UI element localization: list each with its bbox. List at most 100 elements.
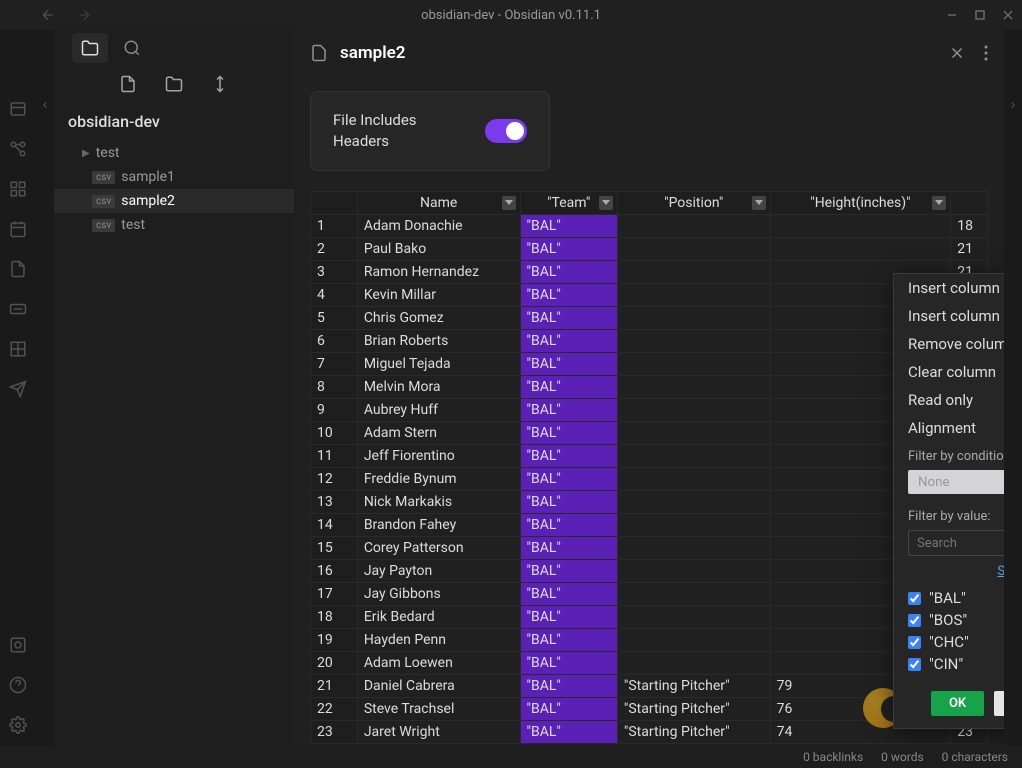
cell-position[interactable]: [617, 261, 770, 284]
cell-name[interactable]: Ramon Hernandez: [357, 261, 520, 284]
maximize-icon[interactable]: [974, 9, 986, 21]
tab-files[interactable]: [72, 33, 108, 63]
cell-position[interactable]: [617, 606, 770, 629]
cell-name[interactable]: Jeff Fiorentino: [357, 445, 520, 468]
tab-search[interactable]: [114, 33, 150, 63]
cell-team[interactable]: "BAL": [520, 606, 617, 629]
cell-name[interactable]: Daniel Cabrera: [357, 675, 520, 698]
ok-button[interactable]: OK: [931, 691, 984, 716]
filter-checkbox[interactable]: [908, 658, 921, 671]
table-row[interactable]: 13 Nick Markakis "BAL" 18: [311, 491, 988, 514]
cell-team[interactable]: "BAL": [520, 215, 617, 238]
cell-team[interactable]: "BAL": [520, 399, 617, 422]
vault-icon[interactable]: [9, 636, 27, 654]
cell-position[interactable]: [617, 330, 770, 353]
close-icon[interactable]: [1002, 9, 1014, 21]
filter-check-item[interactable]: "CHC": [908, 631, 1004, 653]
col-position[interactable]: "Position": [617, 192, 770, 215]
filter-check-item[interactable]: "CIN": [908, 653, 1004, 675]
menu-remove-column[interactable]: Remove column: [894, 330, 1004, 358]
cell-name[interactable]: Brandon Fahey: [357, 514, 520, 537]
table-row[interactable]: 11 Jeff Fiorentino "BAL" 18: [311, 445, 988, 468]
filter-condition-select[interactable]: None: [908, 470, 1004, 494]
new-note-icon[interactable]: [119, 75, 137, 93]
table-row[interactable]: 8 Melvin Mora "BAL" 20: [311, 376, 988, 399]
table-row[interactable]: 5 Chris Gomez "BAL" 18: [311, 307, 988, 330]
table-row[interactable]: 18 Erik Bedard "BAL" 18: [311, 606, 988, 629]
menu-clear-column[interactable]: Clear column: [894, 358, 1004, 386]
cell-team[interactable]: "BAL": [520, 721, 617, 744]
filter-icon[interactable]: [599, 196, 613, 210]
nav-forward-icon[interactable]: [76, 7, 92, 23]
more-icon[interactable]: [984, 44, 988, 62]
cell-position[interactable]: [617, 514, 770, 537]
filter-search-input[interactable]: [908, 530, 1004, 556]
help-icon[interactable]: [9, 676, 27, 694]
cell-name[interactable]: Aubrey Huff: [357, 399, 520, 422]
cell-name[interactable]: Adam Loewen: [357, 652, 520, 675]
cell-team[interactable]: "BAL": [520, 629, 617, 652]
table-row[interactable]: 2 Paul Bako "BAL" 21: [311, 238, 988, 261]
select-all-link[interactable]: Select all: [997, 564, 1004, 579]
cell-position[interactable]: [617, 238, 770, 261]
filter-checkbox[interactable]: [908, 614, 921, 627]
cell-team[interactable]: "BAL": [520, 307, 617, 330]
collapse-right-icon[interactable]: [1008, 100, 1018, 110]
cell-position[interactable]: "Starting Pitcher": [617, 721, 770, 744]
cell-height[interactable]: 21: [951, 238, 988, 261]
minimize-icon[interactable]: [946, 9, 958, 21]
menu-read-only[interactable]: Read only: [894, 386, 1004, 414]
filter-icon[interactable]: [502, 196, 516, 210]
cell-team[interactable]: "BAL": [520, 652, 617, 675]
close-tab-icon[interactable]: [948, 44, 966, 62]
tree-file[interactable]: csvsample2: [54, 189, 294, 213]
collapse-left-icon[interactable]: [40, 100, 50, 110]
cell-name[interactable]: Chris Gomez: [357, 307, 520, 330]
cell-name[interactable]: Brian Roberts: [357, 330, 520, 353]
template-icon[interactable]: [9, 260, 27, 278]
cell-name[interactable]: Adam Donachie: [357, 215, 520, 238]
cell-height-prefix[interactable]: [770, 238, 951, 261]
graph-icon[interactable]: [9, 140, 27, 158]
cell-name[interactable]: Melvin Mora: [357, 376, 520, 399]
table-row[interactable]: 12 Freddie Bynum "BAL" 18: [311, 468, 988, 491]
filter-checkbox[interactable]: [908, 592, 921, 605]
cell-position[interactable]: [617, 422, 770, 445]
cell-team[interactable]: "BAL": [520, 675, 617, 698]
filter-check-item[interactable]: "BOS": [908, 609, 1004, 631]
cell-team[interactable]: "BAL": [520, 560, 617, 583]
cell-name[interactable]: Adam Stern: [357, 422, 520, 445]
cell-position[interactable]: [617, 583, 770, 606]
col-team[interactable]: "Team": [520, 192, 617, 215]
filter-checkbox[interactable]: [908, 636, 921, 649]
cell-position[interactable]: [617, 629, 770, 652]
table-row[interactable]: 15 Corey Patterson "BAL" 18: [311, 537, 988, 560]
send-icon[interactable]: [9, 380, 27, 398]
cell-position[interactable]: [617, 215, 770, 238]
table-row[interactable]: 9 Aubrey Huff "BAL" 23: [311, 399, 988, 422]
cell-name[interactable]: Nick Markakis: [357, 491, 520, 514]
table-row[interactable]: 17 Jay Gibbons "BAL" 19: [311, 583, 988, 606]
cell-position[interactable]: [617, 652, 770, 675]
cell-position[interactable]: [617, 491, 770, 514]
filter-check-item[interactable]: "BAL": [908, 587, 1004, 609]
new-folder-icon[interactable]: [165, 75, 183, 93]
cell-height-prefix[interactable]: [770, 215, 951, 238]
col-height[interactable]: "Height(inches)": [770, 192, 951, 215]
cell-position[interactable]: [617, 468, 770, 491]
table-icon[interactable]: [9, 340, 27, 358]
cell-team[interactable]: "BAL": [520, 468, 617, 491]
apps-icon[interactable]: [9, 180, 27, 198]
cell-team[interactable]: "BAL": [520, 261, 617, 284]
cell-name[interactable]: Erik Bedard: [357, 606, 520, 629]
cell-position[interactable]: [617, 353, 770, 376]
menu-insert-left[interactable]: Insert column left: [894, 274, 1004, 302]
cell-position[interactable]: [617, 376, 770, 399]
filter-icon[interactable]: [932, 196, 946, 210]
settings-icon[interactable]: [9, 716, 27, 734]
cell-position[interactable]: [617, 560, 770, 583]
includes-headers-toggle[interactable]: [485, 119, 527, 143]
cell-team[interactable]: "BAL": [520, 376, 617, 399]
cell-name[interactable]: Steve Trachsel: [357, 698, 520, 721]
cell-name[interactable]: Freddie Bynum: [357, 468, 520, 491]
